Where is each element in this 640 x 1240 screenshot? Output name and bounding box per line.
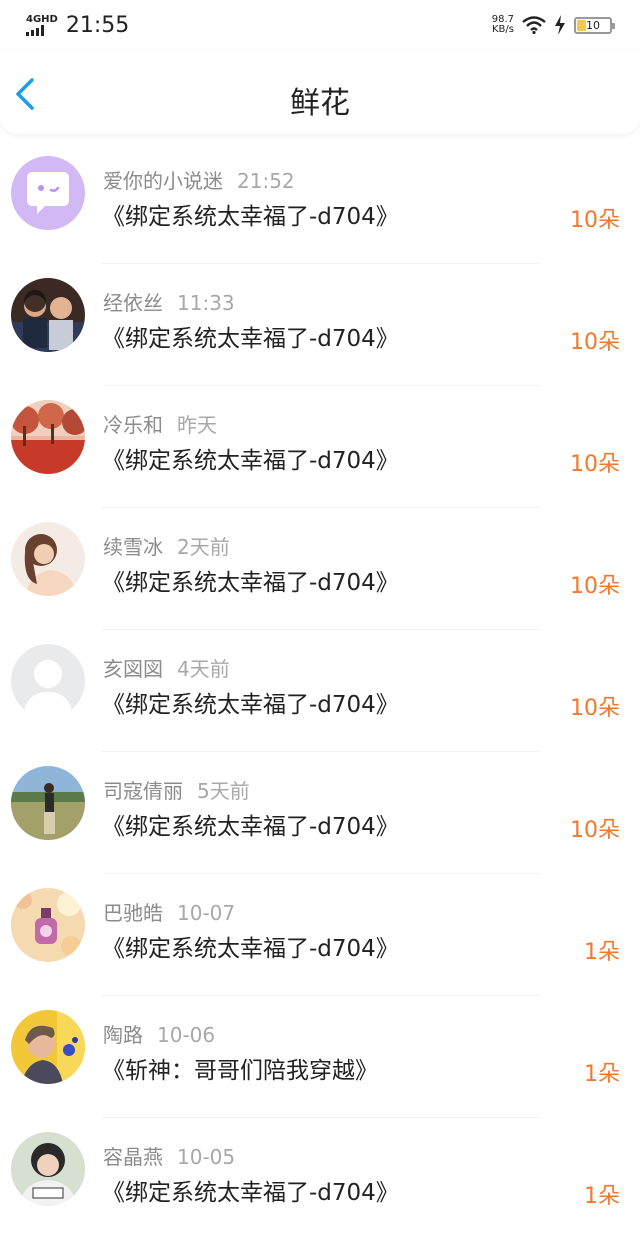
- flower-count: 10朵: [570, 696, 620, 721]
- flower-count: 10朵: [570, 452, 620, 477]
- book-title[interactable]: 《绑定系统太幸福了-d704》: [102, 1173, 399, 1207]
- avatar[interactable]: [11, 1010, 85, 1084]
- anime-character-avatar: [11, 1010, 85, 1084]
- flower-count: 10朵: [570, 330, 620, 355]
- nav-bar: 鲜花: [0, 50, 640, 134]
- status-bar: 4GHD 21:55 98.7 KB/s 10: [0, 0, 640, 50]
- network-speed: 98.7 KB/s: [492, 15, 514, 35]
- flower-count: 1朵: [584, 1062, 620, 1087]
- book-title[interactable]: 《绑定系统太幸福了-d704》: [102, 563, 399, 597]
- timestamp: 10-05: [177, 1145, 236, 1169]
- list-item[interactable]: 司寇倩丽 5天前 《绑定系统太幸福了-d704》 10朵: [0, 752, 640, 874]
- status-right: 98.7 KB/s 10: [492, 15, 615, 35]
- avatar[interactable]: [11, 766, 85, 840]
- user-name: 经依丝: [103, 291, 163, 315]
- user-name: 司寇倩丽: [103, 779, 183, 803]
- flower-list: 爱你的小说迷 21:52 《绑定系统太幸福了-d704》 10朵 经依丝 11:33…: [0, 142, 640, 1240]
- battery-level: 10: [586, 18, 600, 32]
- user-name: 冷乐和: [103, 413, 163, 437]
- status-left: 4GHD 21:55: [26, 13, 129, 38]
- clock: 21:55: [65, 12, 130, 38]
- timestamp: 4天前: [177, 657, 230, 681]
- perfume-bokeh-photo: [11, 888, 85, 962]
- user-name: 亥図図: [103, 657, 163, 681]
- page-title: 鲜花: [290, 86, 350, 121]
- boy-portrait-photo: [11, 1132, 85, 1206]
- user-name: 续雪冰: [103, 535, 163, 559]
- flower-count: 10朵: [570, 818, 620, 843]
- book-title[interactable]: 《绑定系统太幸福了-d704》: [102, 929, 399, 963]
- avatar[interactable]: [11, 522, 85, 596]
- avatar[interactable]: [11, 888, 85, 962]
- avatar[interactable]: [11, 278, 85, 352]
- timestamp: 5天前: [197, 779, 250, 803]
- timestamp: 2天前: [177, 535, 230, 559]
- book-title[interactable]: 《绑定系统太幸福了-d704》: [102, 807, 399, 841]
- timestamp: 21:52: [237, 169, 295, 193]
- avatar[interactable]: [11, 644, 85, 718]
- girl-portrait-photo: [11, 522, 85, 596]
- list-item[interactable]: 亥図図 4天前 《绑定系统太幸福了-d704》 10朵: [0, 630, 640, 752]
- flower-count: 1朵: [584, 1184, 620, 1209]
- list-item[interactable]: 续雪冰 2天前 《绑定系统太幸福了-d704》 10朵: [0, 508, 640, 630]
- book-title[interactable]: 《绑定系统太幸福了-d704》: [102, 685, 399, 719]
- book-title[interactable]: 《绑定系统太幸福了-d704》: [102, 319, 399, 353]
- book-title[interactable]: 《绑定系统太幸福了-d704》: [102, 441, 399, 475]
- avatar[interactable]: [11, 156, 85, 230]
- list-item[interactable]: 冷乐和 昨天 《绑定系统太幸福了-d704》 10朵: [0, 386, 640, 508]
- flower-count: 10朵: [570, 574, 620, 599]
- timestamp: 10-06: [157, 1023, 216, 1047]
- timestamp: 昨天: [177, 413, 217, 437]
- signal-bars-icon: [26, 24, 44, 36]
- user-name: 爱你的小说迷: [103, 169, 223, 193]
- user-name: 巴驰皓: [103, 901, 163, 925]
- timestamp: 10-07: [177, 901, 236, 925]
- list-item[interactable]: 经依丝 11:33 《绑定系统太幸福了-d704》 10朵: [0, 264, 640, 386]
- autumn-trees-photo: [11, 400, 85, 474]
- timestamp: 11:33: [177, 291, 235, 315]
- charging-bolt-icon: [555, 15, 565, 35]
- default-avatar-icon: [11, 644, 85, 718]
- flower-count: 10朵: [570, 208, 620, 233]
- wifi-icon: [522, 16, 546, 34]
- list-item[interactable]: 巴驰皓 10-07 《绑定系统太幸福了-d704》 1朵: [0, 874, 640, 996]
- user-name: 容晶燕: [103, 1145, 163, 1169]
- book-title[interactable]: 《斩神：哥哥们陪我穿越》: [102, 1051, 378, 1085]
- cellular-signal: 4GHD: [26, 13, 58, 36]
- list-item[interactable]: 爱你的小说迷 21:52 《绑定系统太幸福了-d704》 10朵: [0, 142, 640, 264]
- chat-bubble-avatar-icon: [11, 156, 85, 230]
- list-item[interactable]: 陶路 10-06 《斩神：哥哥们陪我穿越》 1朵: [0, 996, 640, 1118]
- book-title[interactable]: 《绑定系统太幸福了-d704》: [102, 197, 399, 231]
- speed-unit: KB/s: [492, 24, 514, 35]
- avatar[interactable]: [11, 1132, 85, 1206]
- avatar[interactable]: [11, 400, 85, 474]
- user-name: 陶路: [103, 1023, 143, 1047]
- battery-icon: 10: [574, 16, 615, 34]
- flower-count: 1朵: [584, 940, 620, 965]
- two-people-photo: [11, 278, 85, 352]
- network-type: 4GHD: [26, 13, 58, 25]
- outdoor-field-photo: [11, 766, 85, 840]
